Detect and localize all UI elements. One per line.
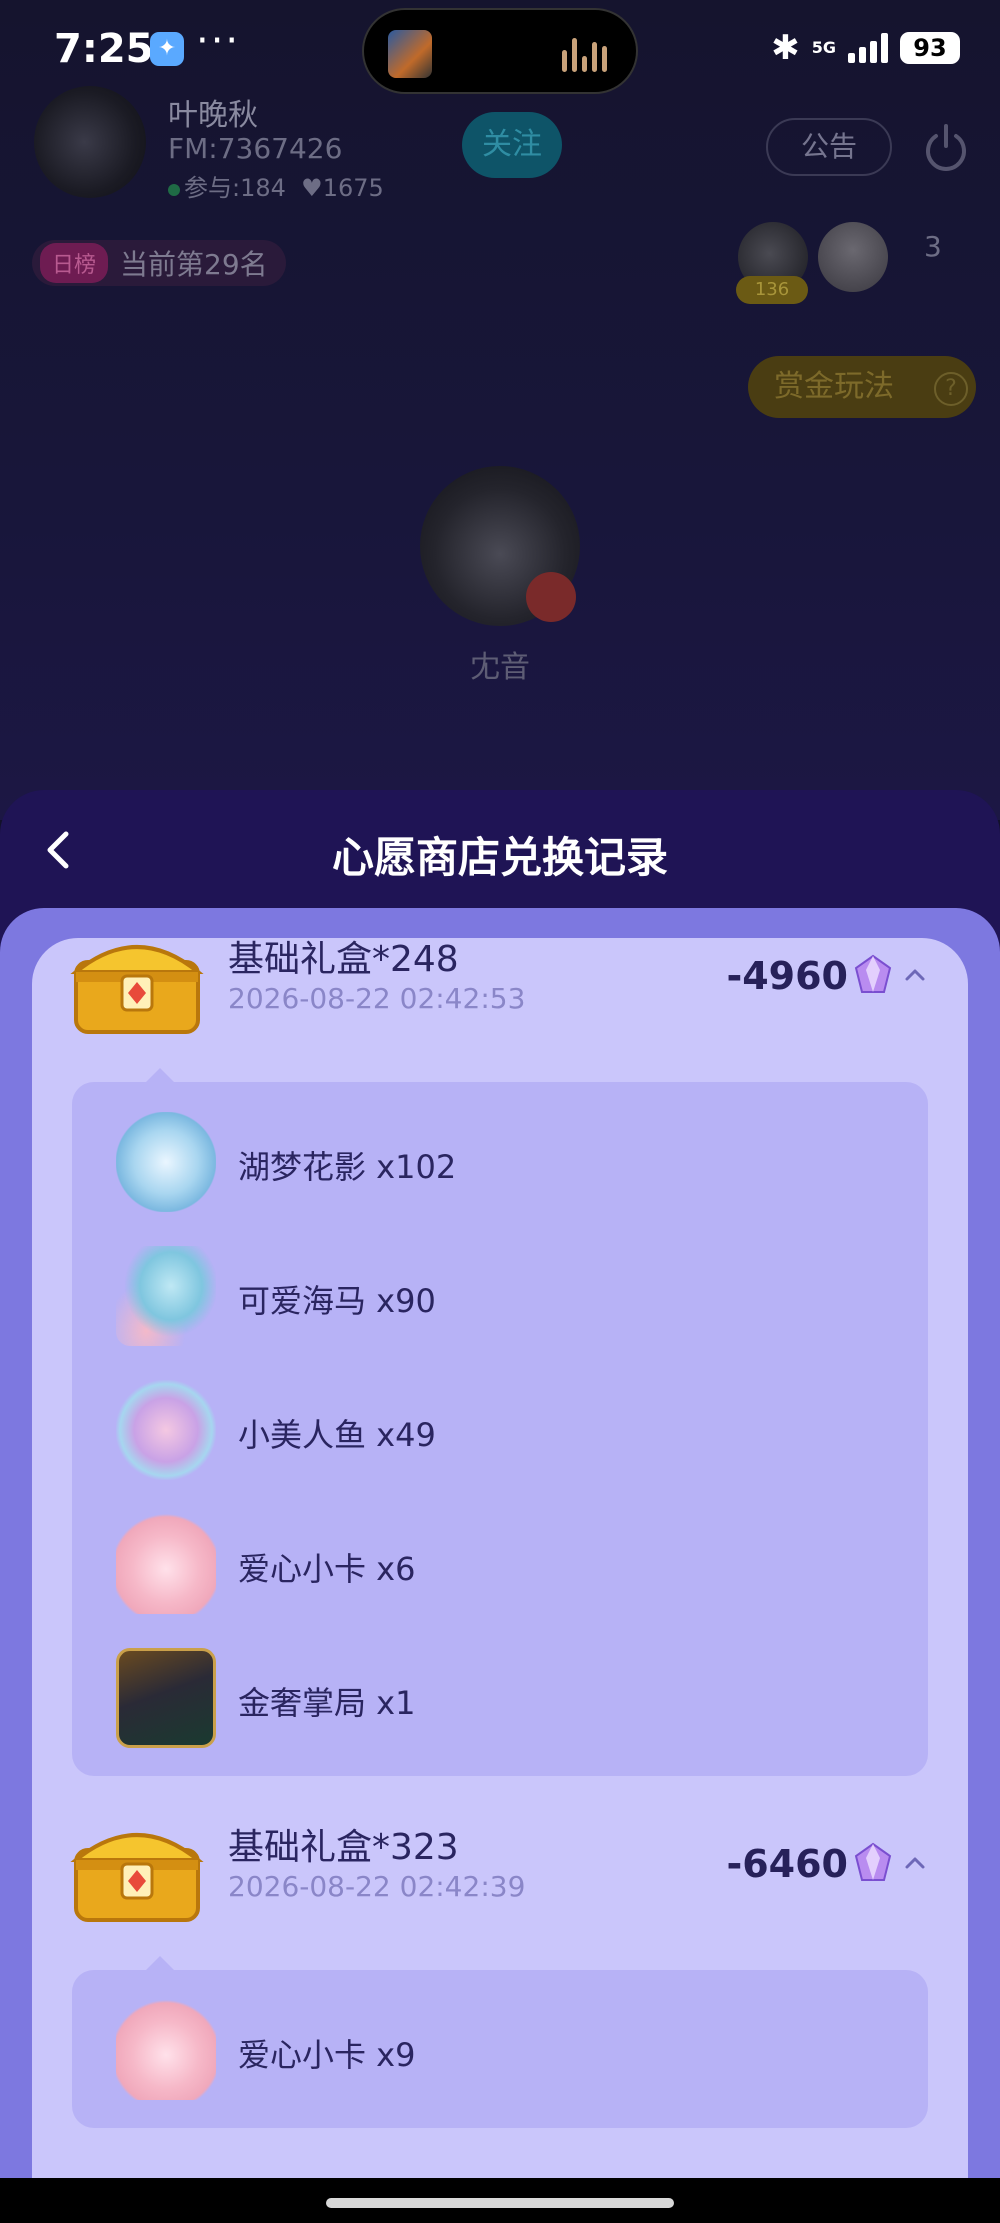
gift-item-name: 爱心小卡 x6	[238, 1550, 416, 1588]
flower-orb-icon	[116, 1112, 216, 1212]
records-panel: 基础礼盒*248 2026-08-22 02:42:53 -4960 湖梦花影 …	[0, 908, 1000, 2223]
network-type: 5G	[811, 38, 836, 57]
power-icon[interactable]	[920, 122, 972, 174]
dynamic-island[interactable]	[362, 8, 638, 94]
chevron-up-icon[interactable]	[902, 1850, 928, 1876]
record-amount: -4960	[726, 954, 848, 998]
host-stats: 参与:184 ♥1675	[168, 168, 384, 203]
signal-icon	[848, 33, 888, 63]
notice-button[interactable]: 公告	[766, 118, 892, 176]
participants-count: 参与:184	[184, 174, 286, 202]
more-notifications-icon: ···	[196, 18, 241, 64]
sheet-header: 心愿商店兑换记录	[0, 790, 1000, 910]
record-amount: -6460	[726, 1842, 848, 1886]
treasure-chest-icon	[70, 945, 204, 1034]
daily-rank-chip[interactable]: 日榜 当前第29名	[32, 240, 286, 286]
online-dot-icon	[168, 184, 180, 196]
gift-item-name: 湖梦花影 x102	[238, 1148, 457, 1186]
bluetooth-icon: ✱	[771, 28, 800, 68]
record-title: 基础礼盒*323	[228, 1827, 459, 1868]
now-playing-artwork	[388, 30, 432, 78]
mic-seat-name: 冘音	[470, 650, 530, 685]
chevron-up-icon[interactable]	[902, 962, 928, 988]
rank-text: 当前第29名	[120, 248, 268, 281]
status-time: 7:25	[54, 26, 154, 72]
likes-count: 1675	[322, 174, 384, 202]
record-items: 湖梦花影 x102 可爱海马 x90 小美人鱼 x49 爱心小卡 x6 金奢掌局…	[72, 1068, 928, 1776]
gift-item-name: 金奢掌局 x1	[238, 1684, 416, 1722]
gift-item: 爱心小卡 x6	[116, 1514, 896, 1614]
sheet-title: 心愿商店兑换记录	[331, 833, 668, 882]
exchange-record[interactable]: 基础礼盒*248 2026-08-22 02:42:53 -4960 湖梦花影 …	[32, 938, 968, 1776]
crystal-gem-icon	[854, 954, 892, 993]
help-icon[interactable]: ?	[934, 372, 968, 406]
gift-item-name: 爱心小卡 x9	[238, 2036, 416, 2074]
audience-avatar[interactable]	[818, 222, 888, 292]
gift-item: 湖梦花影 x102	[116, 1112, 896, 1212]
gift-item: 爱心小卡 x9	[116, 2000, 896, 2100]
status-bar: 7:25 ✦ ··· ✱ 5G 93	[0, 0, 1000, 100]
record-time: 2026-08-22 02:42:53	[228, 982, 526, 1015]
heart-card-icon	[116, 1514, 216, 1614]
record-items: 爱心小卡 x9	[72, 1956, 928, 2128]
live-room-background: 7:25 ✦ ··· ✱ 5G 93 叶晚秋 FM:7367426 参与:184…	[0, 0, 1000, 820]
record-time: 2026-08-22 02:42:39	[228, 1870, 526, 1903]
gift-item-name: 小美人鱼 x49	[238, 1416, 436, 1454]
records-list[interactable]: 基础礼盒*248 2026-08-22 02:42:53 -4960 湖梦花影 …	[32, 938, 968, 2223]
gift-item: 小美人鱼 x49	[116, 1380, 896, 1480]
audience-count[interactable]: 3	[924, 230, 942, 263]
audio-wave-icon	[562, 38, 608, 72]
gift-item: 可爱海马 x90	[116, 1246, 896, 1346]
host-avatar[interactable]	[34, 86, 146, 198]
mic-muted-icon	[526, 572, 576, 622]
crystal-gem-icon	[854, 1842, 892, 1881]
battery-level: 93	[900, 32, 960, 64]
rank-tag: 日榜	[40, 243, 109, 283]
record-title: 基础礼盒*248	[228, 939, 459, 980]
mermaid-icon	[116, 1380, 216, 1480]
exchange-record-sheet: 心愿商店兑换记录 基础礼盒*248 2026-08-22 02:42:53 -4…	[0, 790, 1000, 2223]
gift-item: 金奢掌局 x1	[116, 1648, 896, 1748]
host-name: 叶晚秋	[168, 98, 258, 133]
follow-button[interactable]: 关注	[462, 112, 562, 178]
record-header[interactable]: 基础礼盒*248 2026-08-22 02:42:53 -4960	[32, 938, 968, 1078]
gentleman-icon	[116, 1648, 216, 1748]
home-indicator[interactable]	[326, 2198, 674, 2208]
gift-item-name: 可爱海马 x90	[238, 1282, 436, 1320]
seahorse-icon	[116, 1246, 216, 1346]
heart-card-icon	[116, 2000, 216, 2100]
treasure-chest-icon	[70, 1833, 204, 1922]
bubble-app-icon: ✦	[150, 32, 184, 66]
host-fm-id: FM:7367426	[168, 132, 343, 165]
record-header[interactable]: 基础礼盒*323 2026-08-22 02:42:39 -6460	[32, 1816, 968, 1966]
audience-level-badge: 136	[736, 276, 808, 304]
exchange-record[interactable]: 基础礼盒*323 2026-08-22 02:42:39 -6460 爱心小卡 …	[32, 1816, 968, 2128]
heart-icon: ♥	[293, 174, 323, 202]
